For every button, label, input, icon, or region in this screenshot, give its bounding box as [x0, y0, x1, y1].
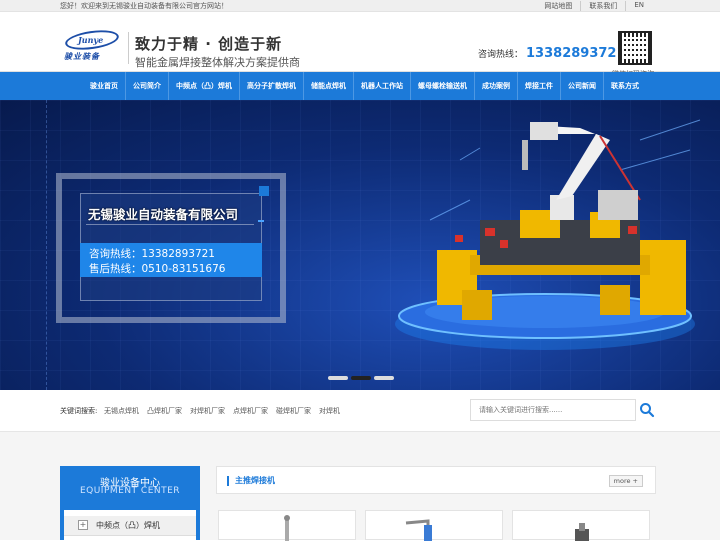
logo-chinese-text: 骏业装备 — [64, 51, 100, 61]
product-card[interactable] — [365, 510, 503, 541]
welding-torch — [522, 140, 528, 170]
recommended-header: 主推焊接机 more + — [216, 466, 656, 494]
logo-latin-text: Junye — [78, 35, 104, 45]
nav-item-capacitor-welder[interactable]: 储能点焊机 — [304, 72, 354, 100]
frame-accent — [258, 220, 264, 222]
slider-dot-3[interactable] — [374, 376, 394, 380]
base-left-leg — [462, 290, 492, 320]
nav-item-about[interactable]: 公司简介 — [126, 72, 169, 100]
product-thumbnail — [284, 515, 290, 541]
keyword-link[interactable]: 无锡点焊机 — [104, 406, 139, 416]
sitemap-link[interactable]: 网站地图 — [536, 1, 580, 11]
slogan-main: 致力于精 · 创造于新 — [135, 35, 283, 53]
company-logo[interactable]: Junye 骏业装备 — [62, 27, 122, 65]
expand-plus-icon[interactable]: + — [78, 520, 88, 530]
search-input[interactable] — [470, 399, 636, 421]
nav-item-diffusion-welder[interactable]: 高分子扩散焊机 — [240, 72, 304, 100]
nav-item-nut-feeder[interactable]: 螺母螺栓输送机 — [411, 72, 475, 100]
nav-item-mf-spot-welder[interactable]: 中频点（凸）焊机 — [169, 72, 240, 100]
nav-item-contact[interactable]: 联系方式 — [604, 72, 646, 100]
nav-item-home[interactable]: 骏业首页 — [83, 72, 126, 100]
nav-item-workpieces[interactable]: 焊接工件 — [518, 72, 561, 100]
nav-item-robot-station[interactable]: 机器人工作站 — [354, 72, 411, 100]
content-section: 骏业设备中心 EQUIPMENT CENTER + 中频点（凸）焊机 主推焊接机… — [0, 432, 720, 541]
hero-banner[interactable]: 无锡骏业自动装备有限公司 咨询热线：13382893721 售后热线：0510-… — [0, 100, 720, 390]
category-list: + 中频点（凸）焊机 — [64, 510, 196, 540]
top-bar: 您好！欢迎来到无锡骏业自动装备有限公司官方网站！ 网站地图 联系我们 EN — [0, 0, 720, 12]
keyword-link[interactable]: 对焊机厂家 — [190, 406, 225, 416]
more-button[interactable]: more + — [608, 475, 643, 487]
title-accent-bar — [227, 476, 229, 486]
slider-dots — [328, 376, 394, 380]
keyword-list: 无锡点焊机 凸焊机厂家 对焊机厂家 点焊机厂家 碰焊机厂家 对焊机 — [104, 406, 340, 416]
main-nav: 骏业首页 公司简介 中频点（凸）焊机 高分子扩散焊机 储能点焊机 机器人工作站 … — [0, 72, 720, 100]
robot-base — [550, 195, 574, 220]
keyword-link[interactable]: 对焊机 — [319, 406, 340, 416]
banner-aftersale-phone: 售后热线：0510-83151676 — [89, 263, 226, 275]
english-link[interactable]: EN — [625, 1, 652, 11]
robot-controller — [598, 190, 638, 220]
base-right-block — [640, 240, 686, 315]
top-links: 网站地图 联系我们 EN — [536, 1, 652, 11]
header-divider — [128, 32, 129, 64]
equipment-center-subtitle: EQUIPMENT CENTER — [79, 486, 181, 496]
product-thumbnail — [575, 523, 589, 541]
search-icon — [640, 403, 655, 418]
hotline-number: 13382893721 — [526, 46, 626, 61]
nav-item-cases[interactable]: 成功案例 — [475, 72, 518, 100]
welcome-text: 您好！欢迎来到无锡骏业自动装备有限公司官方网站！ — [60, 2, 228, 10]
contact-link[interactable]: 联系我们 — [580, 1, 625, 11]
nav-item-news[interactable]: 公司新闻 — [561, 72, 604, 100]
robot-head — [530, 122, 558, 140]
recommended-title: 主推焊接机 — [235, 476, 275, 485]
slider-dot-1[interactable] — [328, 376, 348, 380]
keywords-label: 关键词搜索: — [60, 407, 98, 415]
slider-dot-2[interactable] — [351, 376, 371, 380]
equipment-center: 骏业设备中心 EQUIPMENT CENTER + 中频点（凸）焊机 — [60, 466, 200, 540]
frame-corner-square — [259, 186, 269, 196]
base-right-leg — [600, 285, 630, 315]
keyword-link[interactable]: 碰焊机厂家 — [276, 406, 311, 416]
search-button[interactable] — [636, 399, 658, 421]
product-thumbnail — [405, 519, 432, 541]
category-label[interactable]: 中频点（凸）焊机 — [96, 520, 160, 531]
banner-consult-phone: 咨询热线：13382893721 — [89, 248, 215, 260]
product-card[interactable] — [512, 510, 650, 541]
hotline: 咨询热线： 13382893721 — [478, 46, 626, 61]
slogan-sub: 智能金属焊接整体解决方案提供商 — [135, 56, 300, 69]
product-card[interactable] — [218, 510, 356, 541]
keyword-link[interactable]: 凸焊机厂家 — [147, 406, 182, 416]
wechat-qr-icon — [618, 31, 652, 65]
keyword-search-bar: 关键词搜索: 无锡点焊机 凸焊机厂家 对焊机厂家 点焊机厂家 碰焊机厂家 对焊机 — [0, 390, 720, 432]
keyword-link[interactable]: 点焊机厂家 — [233, 406, 268, 416]
banner-underline — [86, 224, 254, 225]
hotline-label: 咨询热线： — [478, 50, 524, 60]
site-header: Junye 骏业装备 致力于精 · 创造于新 智能金属焊接整体解决方案提供商 咨… — [0, 12, 720, 78]
banner-company-name: 无锡骏业自动装备有限公司 — [88, 207, 239, 222]
